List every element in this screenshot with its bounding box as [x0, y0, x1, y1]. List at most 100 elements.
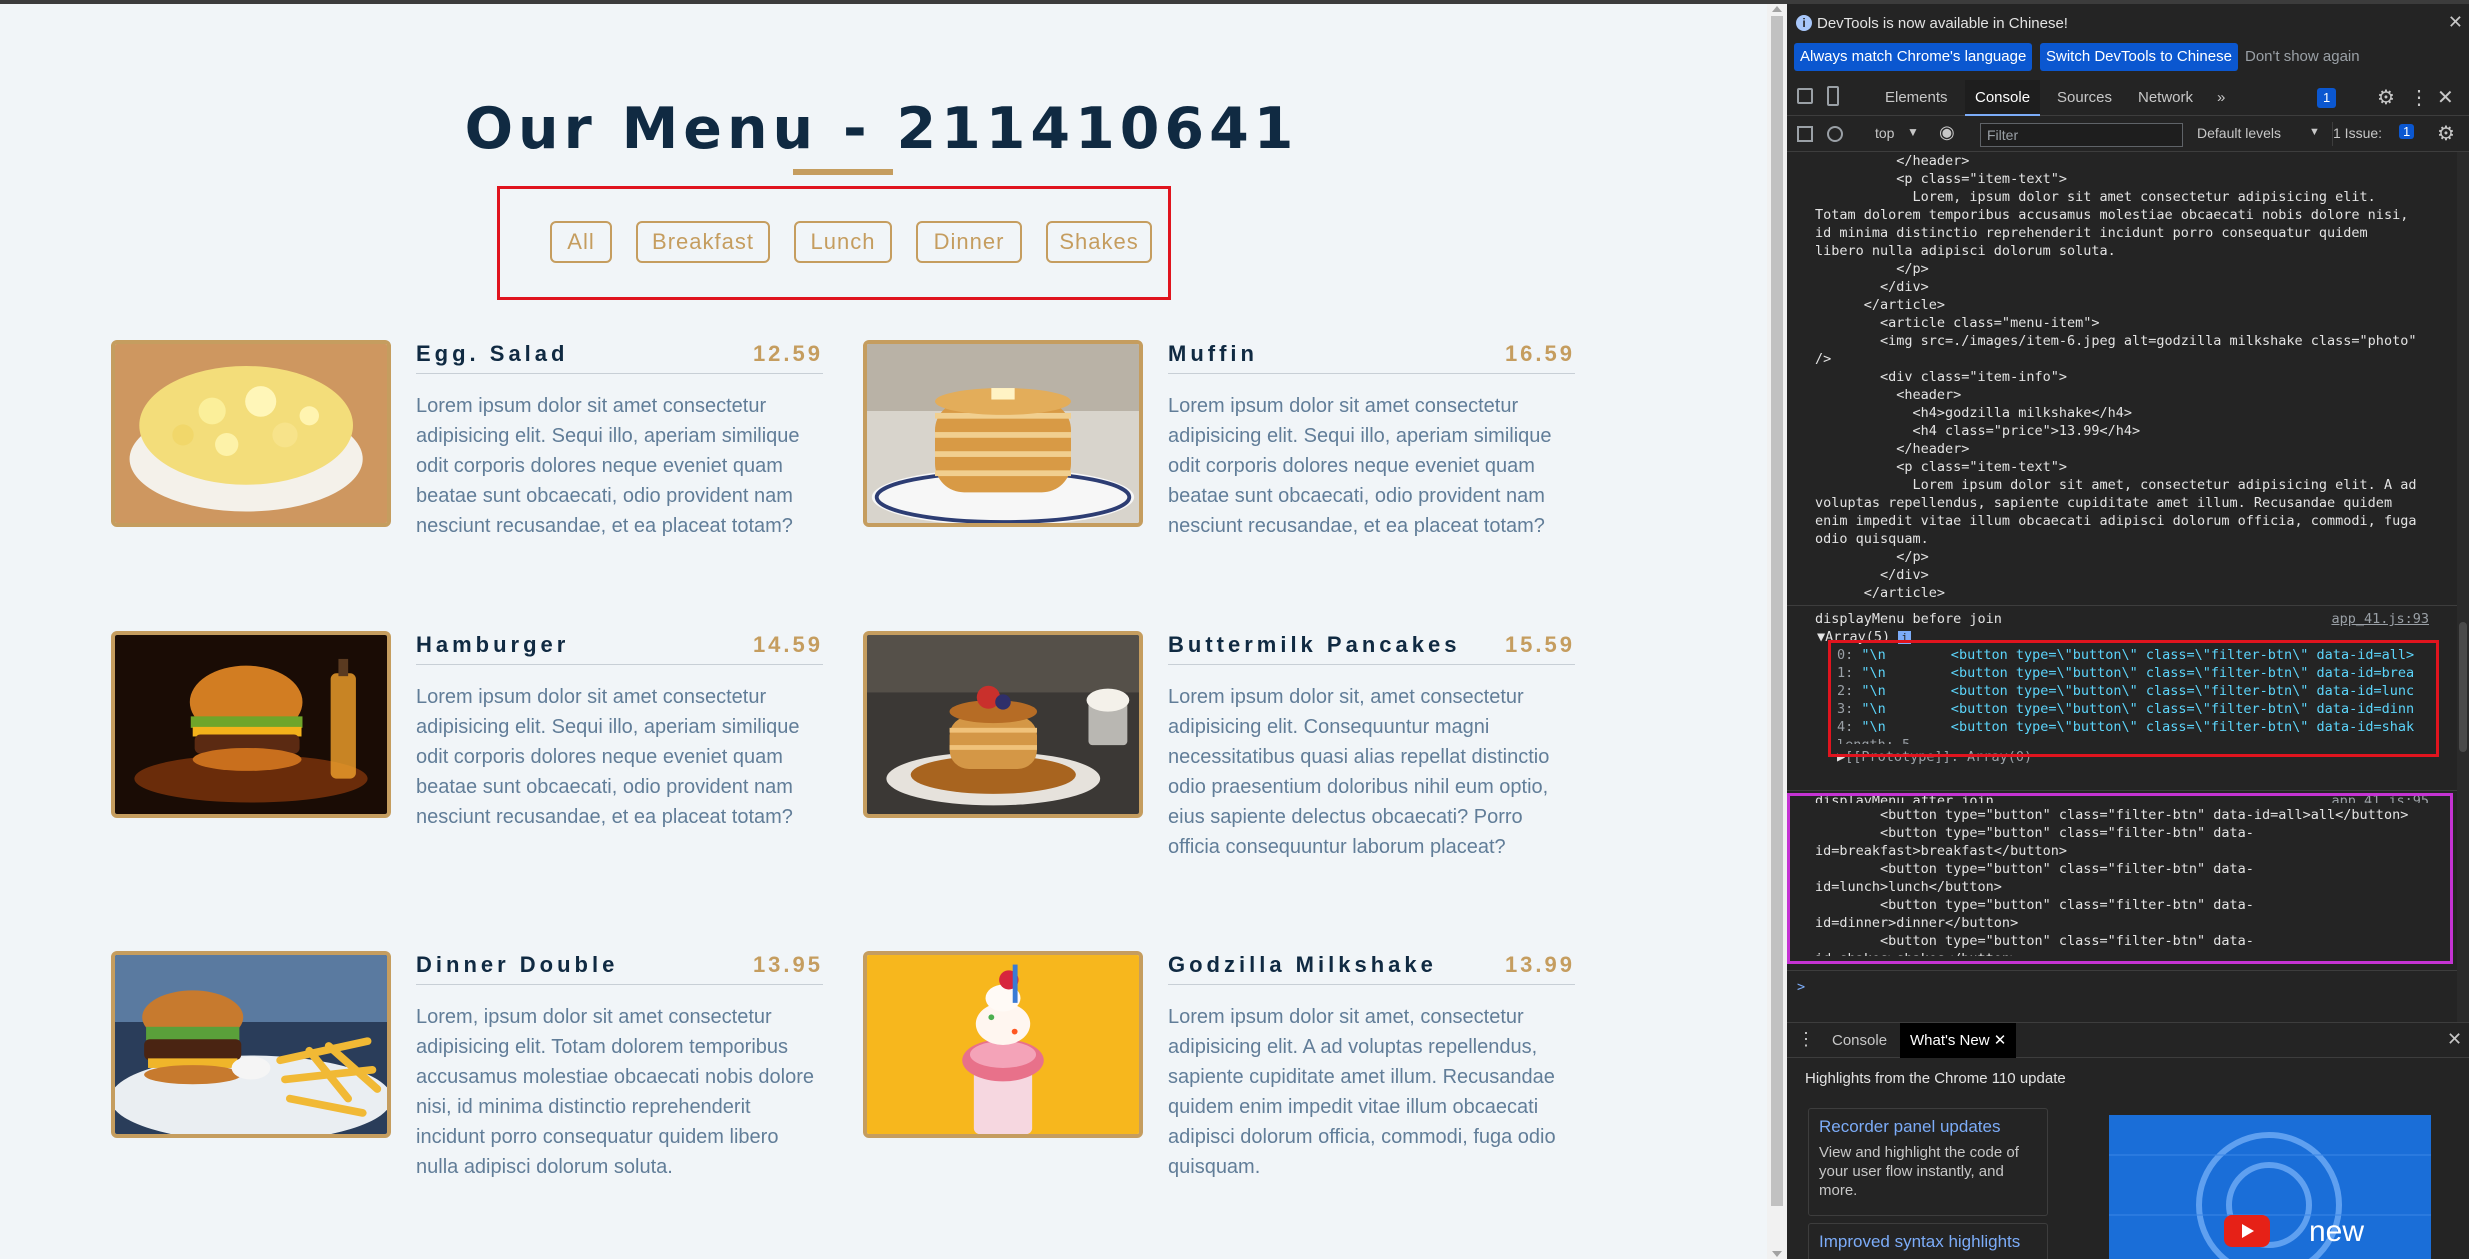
- item-text: Lorem ipsum dolor sit amet consectetur a…: [1168, 395, 1552, 537]
- item-price: 12.59: [752, 341, 823, 366]
- close-drawer-icon[interactable]: ✕: [2447, 1029, 2462, 1050]
- item-text: Lorem ipsum dolor sit amet, consectetur …: [1168, 1006, 1556, 1178]
- context-selector[interactable]: top: [1875, 125, 1894, 141]
- item-name: Egg. Salad: [416, 341, 569, 366]
- issues-badge[interactable]: 1: [2317, 88, 2337, 108]
- chevron-down-icon: ▼: [1907, 125, 1919, 139]
- item-name: Muffin: [1168, 341, 1258, 366]
- levels-chevron-icon: ▼: [2309, 126, 2320, 138]
- drawer-menu-icon[interactable]: ⋮: [1797, 1029, 1815, 1050]
- menu-item: Hamburger 14.59 Lorem ipsum dolor sit ame…: [111, 631, 823, 881]
- info-icon: i: [1796, 15, 1812, 31]
- item-info: Muffin 16.59 Lorem ipsum dolor sit amet c…: [1168, 340, 1575, 541]
- console-scrollbar-thumb[interactable]: [2459, 622, 2467, 752]
- tab-console[interactable]: Console: [1965, 80, 2041, 116]
- item-price: 14.59: [752, 632, 823, 657]
- menu-page: Our Menu - 211410641 All Breakfast Lunch…: [0, 4, 1763, 1259]
- item-name: Dinner Double: [416, 952, 619, 977]
- device-toolbar-icon[interactable]: [1827, 86, 1839, 106]
- log-label-before-join: displayMenu before join: [1815, 611, 2002, 627]
- inspect-element-icon[interactable]: [1797, 88, 1813, 104]
- tab-sources[interactable]: Sources: [2047, 80, 2122, 116]
- whats-new-panel: Highlights from the Chrome 110 update Re…: [1787, 1058, 2469, 1259]
- array-highlight-box: [1828, 640, 2439, 757]
- console-prompt[interactable]: >: [1797, 978, 1805, 996]
- feature-card-desc: View and highlight the code of your user…: [1819, 1144, 2019, 1199]
- close-banner-icon[interactable]: ✕: [2448, 12, 2463, 33]
- filter-dinner-button[interactable]: Dinner: [916, 221, 1022, 263]
- tab-elements[interactable]: Elements: [1875, 80, 1958, 116]
- item-name: Buttermilk Pancakes: [1168, 632, 1461, 657]
- log-separator: [1787, 970, 2469, 971]
- filter-lunch-button[interactable]: Lunch: [794, 221, 892, 263]
- feature-card[interactable]: Improved syntax highlights: [1808, 1223, 2048, 1259]
- muffin-photo: [863, 340, 1143, 527]
- buttermilk-pancakes-photo: [863, 631, 1143, 818]
- more-tabs-icon[interactable]: »: [2207, 80, 2235, 116]
- page-scrollbar[interactable]: [1767, 4, 1787, 1259]
- menu-item: Godzilla Milkshake 13.99 Lorem ipsum dolo…: [863, 951, 1575, 1201]
- item-price: 13.95: [752, 952, 823, 977]
- tab-network[interactable]: Network: [2128, 80, 2203, 116]
- item-text: Lorem ipsum dolor sit amet consectetur a…: [416, 686, 800, 828]
- issues-label[interactable]: 1 Issue:: [2333, 125, 2382, 141]
- filter-all-button[interactable]: All: [550, 221, 612, 263]
- drawer-tab-whats-new[interactable]: What's New ✕: [1900, 1023, 2017, 1059]
- item-info: Godzilla Milkshake 13.99 Lorem ipsum dolo…: [1168, 951, 1575, 1182]
- page-title: Our Menu - 211410641: [464, 96, 1299, 162]
- scroll-up-arrow-icon[interactable]: [1772, 6, 1782, 12]
- item-price: 13.99: [1504, 952, 1575, 977]
- always-match-language-button[interactable]: Always match Chrome's language: [1794, 43, 2033, 71]
- drawer-tab-console[interactable]: Console: [1822, 1023, 1897, 1059]
- switch-to-chinese-button[interactable]: Switch DevTools to Chinese: [2040, 43, 2238, 71]
- item-info: Buttermilk Pancakes 15.59 Lorem ipsum dol…: [1168, 631, 1575, 862]
- issues-count-badge[interactable]: 1: [2399, 124, 2415, 139]
- dont-show-again-button[interactable]: Don't show again: [2239, 43, 2366, 71]
- hamburger-photo: [111, 631, 391, 818]
- title-underline: [793, 169, 893, 175]
- menu-item: Egg. Salad 12.59 Lorem ipsum dolor sit am…: [111, 340, 823, 590]
- settings-gear-icon[interactable]: ⚙: [2377, 85, 2395, 110]
- promo-video-thumbnail[interactable]: new: [2109, 1115, 2431, 1259]
- item-price: 15.59: [1504, 632, 1575, 657]
- banner-message: DevTools is now available in Chinese!: [1817, 15, 2068, 32]
- sidebar-toggle-icon[interactable]: [1797, 126, 1813, 142]
- expand-triangle-icon[interactable]: ▼: [1817, 629, 1825, 645]
- live-expression-eye-icon[interactable]: ◉: [1939, 122, 1955, 143]
- console-settings-gear-icon[interactable]: ⚙: [2437, 121, 2455, 146]
- devtools-tabbar: Elements Console Sources Network » 1 ⚙ ⋮…: [1787, 80, 2469, 116]
- more-options-icon[interactable]: ⋮: [2409, 85, 2429, 110]
- menu-item: Muffin 16.59 Lorem ipsum dolor sit amet c…: [863, 340, 1575, 590]
- devtools-panel: i DevTools is now available in Chinese! …: [1787, 4, 2469, 1259]
- item-info: Dinner Double 13.95 Lorem, ipsum dolor si…: [416, 951, 823, 1182]
- item-text: Lorem ipsum dolor sit amet consectetur a…: [416, 395, 800, 537]
- godzilla-milkshake-photo: [863, 951, 1143, 1138]
- log-levels-dropdown[interactable]: Default levels: [2197, 125, 2281, 141]
- join-highlight-box: [1787, 793, 2453, 964]
- youtube-play-icon[interactable]: [2224, 1215, 2270, 1247]
- console-scrollbar[interactable]: [2457, 152, 2469, 1022]
- filter-breakfast-button[interactable]: Breakfast: [636, 221, 770, 263]
- log-source-link[interactable]: app_41.js:93: [2331, 610, 2429, 628]
- item-name: Godzilla Milkshake: [1168, 952, 1437, 977]
- console-output: </header> <p class="item-text"> Lorem, i…: [1787, 152, 2469, 1022]
- egg-salad-photo: [111, 340, 391, 527]
- item-price: 16.59: [1504, 341, 1575, 366]
- item-text: Lorem ipsum dolor sit, amet consectetur …: [1168, 686, 1550, 858]
- console-filter-input[interactable]: Filter: [1980, 123, 2183, 147]
- close-tab-icon[interactable]: ✕: [1994, 1032, 2007, 1049]
- clear-console-icon[interactable]: [1827, 126, 1843, 142]
- highlights-heading: Highlights from the Chrome 110 update: [1805, 1070, 2066, 1087]
- log-separator: [1787, 605, 2469, 606]
- close-devtools-icon[interactable]: ✕: [2437, 85, 2454, 110]
- filter-shakes-button[interactable]: Shakes: [1046, 221, 1152, 263]
- console-toolbar: top ▼ ◉ Filter Default levels ▼ 1 Issue:…: [1787, 116, 2469, 152]
- feature-card-title[interactable]: Recorder panel updates: [1819, 1117, 2037, 1137]
- filter-buttons: All Breakfast Lunch Dinner Shakes: [550, 221, 1152, 263]
- scroll-down-arrow-icon[interactable]: [1772, 1251, 1782, 1257]
- item-name: Hamburger: [416, 632, 570, 657]
- page-scrollbar-thumb[interactable]: [1771, 16, 1783, 1206]
- promo-text: new: [2309, 1215, 2365, 1248]
- feature-card[interactable]: Recorder panel updates View and highligh…: [1808, 1108, 2048, 1216]
- feature-card-title[interactable]: Improved syntax highlights: [1819, 1232, 2037, 1252]
